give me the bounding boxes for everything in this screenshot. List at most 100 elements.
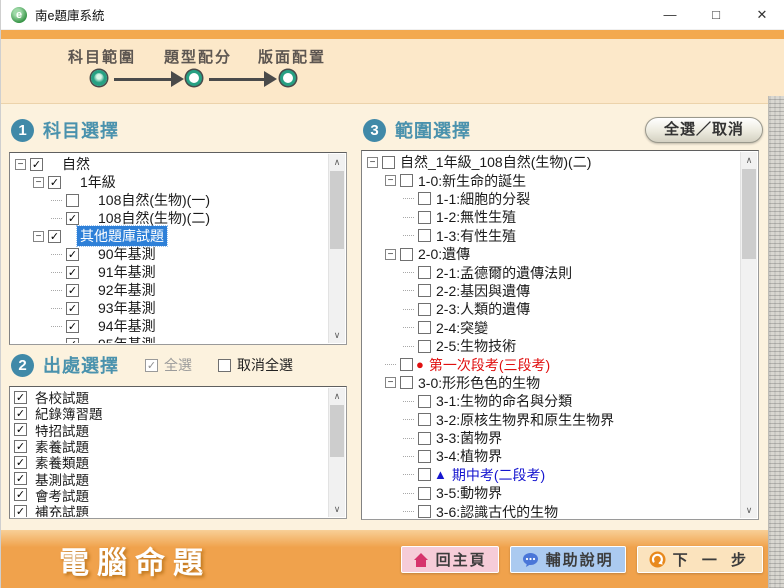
checkbox[interactable] <box>418 468 431 481</box>
checkbox[interactable]: ✓ <box>14 488 27 501</box>
scroll-down-icon[interactable]: ∨ <box>741 502 757 518</box>
checkbox[interactable]: ✓ <box>66 284 79 297</box>
checkbox[interactable] <box>418 340 431 353</box>
tree-label[interactable]: 3-3:菌物界 <box>433 428 505 448</box>
checkbox[interactable] <box>418 266 431 279</box>
checkbox[interactable]: ✓ <box>66 248 79 261</box>
tree-row[interactable]: −2-0:遺傳 <box>363 245 740 263</box>
checkbox[interactable]: ✓ <box>14 505 27 517</box>
checkbox[interactable]: ✓ <box>30 158 43 171</box>
tree-label[interactable]: 108自然(生物)(二) <box>95 208 213 228</box>
checkbox[interactable] <box>418 303 431 316</box>
range-tree[interactable]: −自然_1年級_108自然(生物)(二)−1-0:新生命的誕生1-1:細胞的分裂… <box>363 152 740 518</box>
minimize-button[interactable]: — <box>647 0 693 30</box>
checkbox[interactable] <box>400 174 413 187</box>
scrollbar-thumb[interactable] <box>330 405 344 457</box>
checkbox[interactable] <box>382 156 395 169</box>
checkbox[interactable] <box>418 192 431 205</box>
checkbox[interactable] <box>400 358 413 371</box>
tree-row[interactable]: −✓自然 <box>11 155 328 173</box>
collapse-expander-icon[interactable]: − <box>15 159 26 170</box>
tree-row[interactable]: ✓92年基測 <box>11 281 328 299</box>
scrollbar-thumb[interactable] <box>330 171 344 249</box>
tree-row[interactable]: 1-2:無性生殖 <box>363 208 740 226</box>
tree-label[interactable]: 3-1:生物的命名與分類 <box>433 391 575 411</box>
tree-row[interactable]: ✓93年基測 <box>11 299 328 317</box>
tree-row[interactable]: −3-0:形形色色的生物 <box>363 374 740 392</box>
tree-label[interactable]: 95年基測 <box>95 334 159 343</box>
next-step-button[interactable]: 下 一 步 <box>637 546 763 573</box>
checkbox[interactable]: ✓ <box>14 440 27 453</box>
home-button[interactable]: 回主頁 <box>401 546 499 573</box>
subject-tree-scrollbar[interactable]: ∧ ∨ <box>328 154 345 343</box>
select-all-checkbox[interactable]: ✓ 全選 <box>145 355 192 375</box>
checkbox[interactable] <box>400 248 413 261</box>
tree-label[interactable]: 91年基測 <box>95 262 159 282</box>
collapse-expander-icon[interactable]: − <box>385 175 396 186</box>
list-item-label[interactable]: 補充試題 <box>32 501 92 517</box>
checkbox[interactable]: ✓ <box>48 230 61 243</box>
tree-label[interactable]: 自然_1年級_108自然(生物)(二) <box>397 152 594 172</box>
checkbox[interactable] <box>418 211 431 224</box>
tree-label[interactable]: 1年級 <box>77 172 119 192</box>
tree-label[interactable]: 1-2:無性生殖 <box>433 207 519 227</box>
scroll-up-icon[interactable]: ∧ <box>329 388 345 404</box>
tree-label[interactable]: 3-4:植物界 <box>433 446 505 466</box>
tree-row[interactable]: 2-1:孟德爾的遺傳法則 <box>363 263 740 281</box>
scroll-up-icon[interactable]: ∧ <box>741 152 757 168</box>
tree-label[interactable]: 2-5:生物技術 <box>433 336 519 356</box>
subject-tree[interactable]: −✓自然−✓1年級108自然(生物)(一)✓108自然(生物)(二)−✓其他題庫… <box>11 154 328 343</box>
checkbox[interactable] <box>418 229 431 242</box>
tree-row[interactable]: −✓其他題庫試題 <box>11 227 328 245</box>
tree-row[interactable]: 3-5:動物界 <box>363 484 740 502</box>
tree-label[interactable]: 2-0:遺傳 <box>415 244 473 264</box>
checkbox[interactable] <box>400 376 413 389</box>
checkbox[interactable]: ✓ <box>14 407 27 420</box>
deselect-all-label[interactable]: 取消全選 <box>237 355 293 375</box>
checkbox[interactable] <box>418 487 431 500</box>
tree-row[interactable]: 2-3:人類的遺傳 <box>363 300 740 318</box>
tree-row[interactable]: ✓ 95年基測 <box>11 335 328 343</box>
tree-row[interactable]: 3-3:菌物界 <box>363 429 740 447</box>
tree-label[interactable]: 90年基測 <box>95 244 159 264</box>
tree-row[interactable]: 108自然(生物)(一) <box>11 191 328 209</box>
collapse-expander-icon[interactable]: − <box>33 177 44 188</box>
source-list[interactable]: ✓各校試題✓紀錄簿習題✓特招試題✓素養試題✓素養類題✓基測試題✓會考試題✓補充試… <box>11 388 328 517</box>
checkbox[interactable] <box>418 450 431 463</box>
checkbox[interactable] <box>418 432 431 445</box>
tree-row[interactable]: 1-3:有性生殖 <box>363 227 740 245</box>
deselect-all-checkbox[interactable]: 取消全選 <box>218 355 293 375</box>
checkbox[interactable]: ✓ <box>48 176 61 189</box>
scroll-up-icon[interactable]: ∧ <box>329 154 345 170</box>
checkbox[interactable] <box>66 194 79 207</box>
checkbox[interactable] <box>418 321 431 334</box>
checkbox[interactable]: ✓ <box>66 302 79 315</box>
tree-label[interactable]: 2-1:孟德爾的遺傳法則 <box>433 263 575 283</box>
checkbox[interactable] <box>418 284 431 297</box>
source-list-scrollbar[interactable]: ∧ ∨ <box>328 388 345 517</box>
tree-row[interactable]: ✓94年基測 <box>11 317 328 335</box>
tree-label[interactable]: 3-5:動物界 <box>433 483 505 503</box>
tree-label[interactable]: 1-3:有性生殖 <box>433 226 519 246</box>
tree-row[interactable]: 2-2:基因與遺傳 <box>363 282 740 300</box>
checkbox[interactable] <box>218 359 231 372</box>
tree-row[interactable]: 2-5:生物技術 <box>363 337 740 355</box>
checkbox[interactable]: ✓ <box>66 338 79 344</box>
tree-label[interactable]: 2-3:人類的遺傳 <box>433 299 533 319</box>
tree-row[interactable]: − 1-0:新生命的誕生 <box>363 171 740 189</box>
checkbox[interactable]: ✓ <box>145 359 158 372</box>
tree-row[interactable]: ▲期中考(二段考) <box>363 466 740 484</box>
checkbox[interactable]: ✓ <box>14 472 27 485</box>
scrollbar-thumb[interactable] <box>742 169 756 259</box>
select-all-toggle-button[interactable]: 全選／取消 <box>645 117 763 143</box>
tree-row[interactable]: 3-6:認識古代的生物 <box>363 502 740 518</box>
tree-label[interactable]: 3-2:原核生物界和原生生物界 <box>433 410 617 430</box>
tree-row[interactable]: −自然_1年級_108自然(生物)(二) <box>363 153 740 171</box>
tree-row[interactable]: 3-2:原核生物界和原生生物界 <box>363 410 740 428</box>
help-button[interactable]: 輔助說明 <box>510 546 626 573</box>
checkbox[interactable]: ✓ <box>14 423 27 436</box>
checkbox[interactable] <box>418 395 431 408</box>
tree-row[interactable]: ✓108自然(生物)(二) <box>11 209 328 227</box>
tree-label[interactable]: 1-0:新生命的誕生 <box>415 171 529 191</box>
checkbox[interactable] <box>418 413 431 426</box>
